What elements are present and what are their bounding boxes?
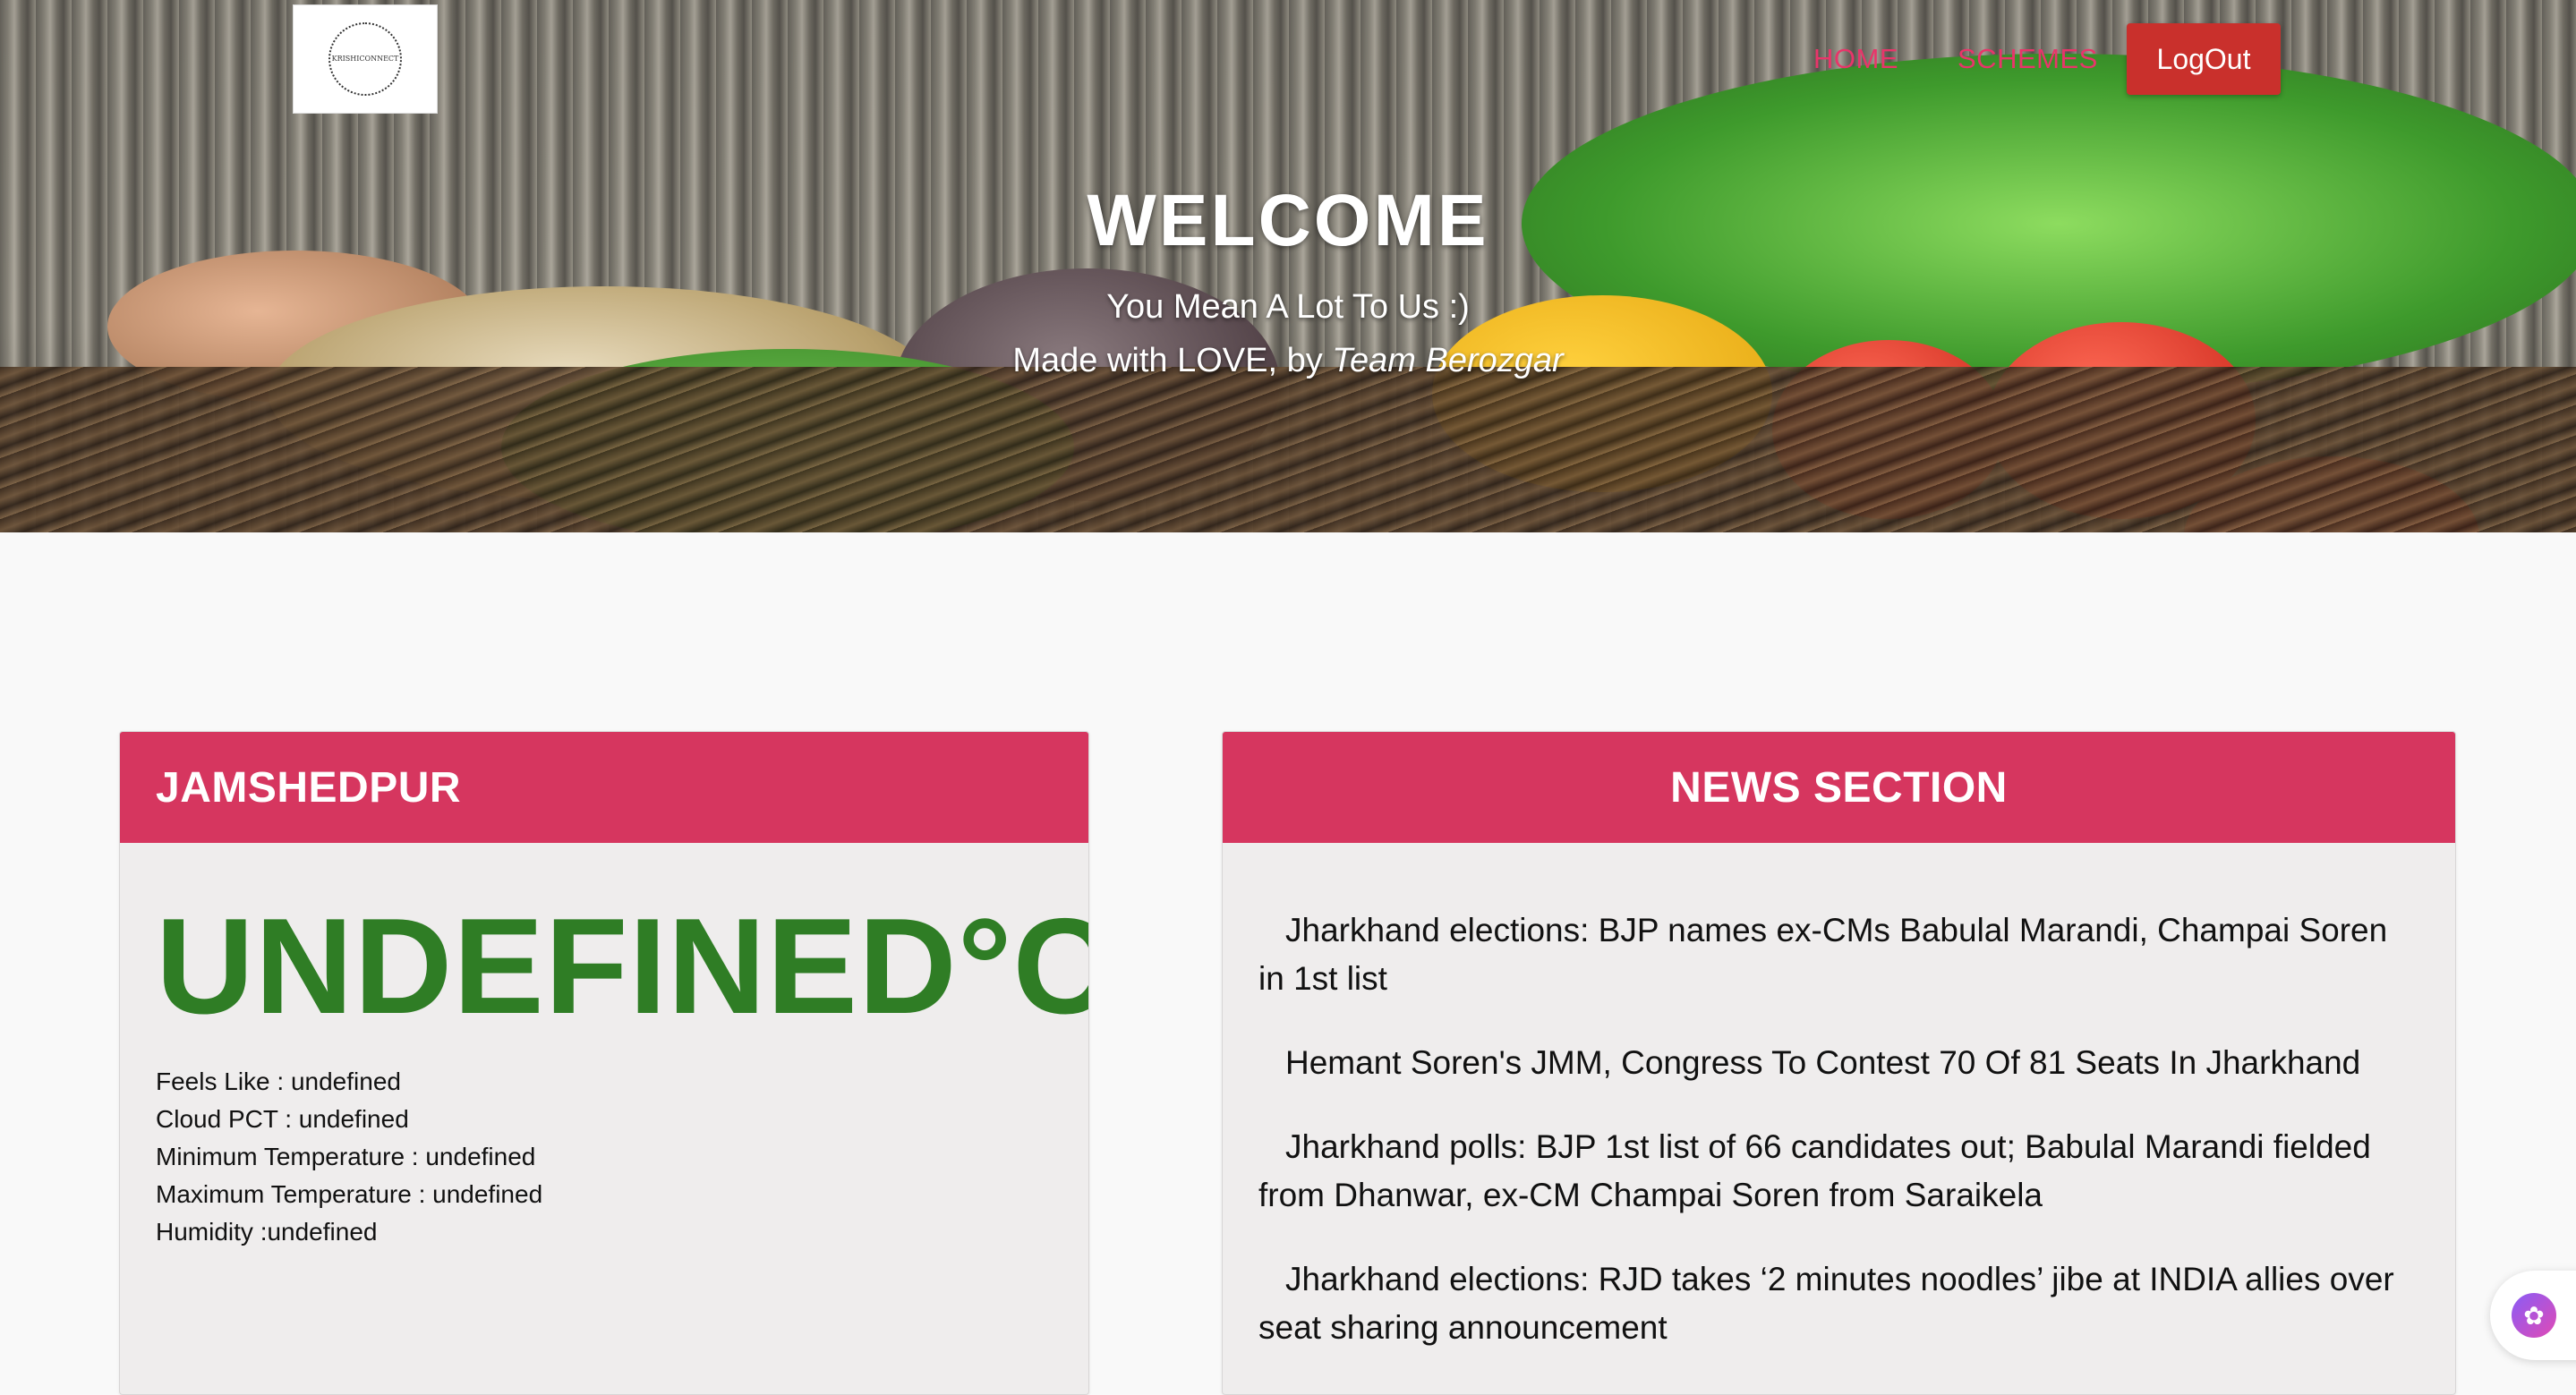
hero-basket (0, 367, 2576, 532)
weather-detail-feels-like: Feels Like : undefined (156, 1068, 401, 1095)
news-item[interactable]: Jharkhand elections: BJP names ex-CMs Ba… (1258, 906, 2422, 1003)
weather-city: JAMSHEDPUR (120, 732, 1088, 843)
weather-card: JAMSHEDPUR UNDEFINED°C Feels Like : unde… (119, 731, 1089, 1395)
hero-title: WELCOME (1087, 180, 1489, 261)
weather-detail-max-temp: Maximum Temperature : undefined (156, 1180, 543, 1208)
temperature-value: UNDEFINED°C (156, 890, 1089, 1042)
assistant-launcher[interactable]: ✿ (2490, 1271, 2576, 1360)
nav-schemes-link[interactable]: SCHEMES (1958, 43, 2098, 75)
weather-detail-cloud-pct: Cloud PCT : undefined (156, 1105, 409, 1133)
news-title: NEWS SECTION (1223, 732, 2455, 843)
hero-subtitle-line1: You Mean A Lot To Us :) (1106, 288, 1470, 326)
news-item[interactable]: Jharkhand polls: BJP 1st list of 66 cand… (1258, 1123, 2422, 1220)
news-item[interactable]: Hemant Soren's JMM, Congress To Contest … (1258, 1039, 2422, 1087)
news-card: NEWS SECTION Jharkhand elections: BJP na… (1222, 731, 2456, 1395)
weather-detail-humidity: Humidity :undefined (156, 1218, 378, 1246)
site-logo[interactable]: KRISHICONNECT (293, 4, 438, 114)
news-item[interactable]: Jharkhand elections: RJD takes ‘2 minute… (1258, 1255, 2422, 1352)
news-list: Jharkhand elections: BJP names ex-CMs Ba… (1258, 906, 2422, 1388)
hero-subtitle-line2: Made with LOVE, by Team Berozgar (0, 342, 2576, 380)
weather-detail-min-temp: Minimum Temperature : undefined (156, 1143, 536, 1170)
logo-seal: KRISHICONNECT (328, 22, 402, 96)
hero-subtitle-prefix: Made with LOVE, by (1012, 342, 1333, 379)
weather-details: Feels Like : undefined Cloud PCT : undef… (156, 1063, 542, 1251)
nav-home-link[interactable]: HOME (1813, 43, 1898, 75)
logo-text: KRISHICONNECT (331, 54, 399, 63)
brain-icon: ✿ (2512, 1293, 2556, 1338)
hero-team-name: Team Berozgar (1332, 342, 1564, 379)
logout-button[interactable]: LogOut (2127, 23, 2281, 95)
